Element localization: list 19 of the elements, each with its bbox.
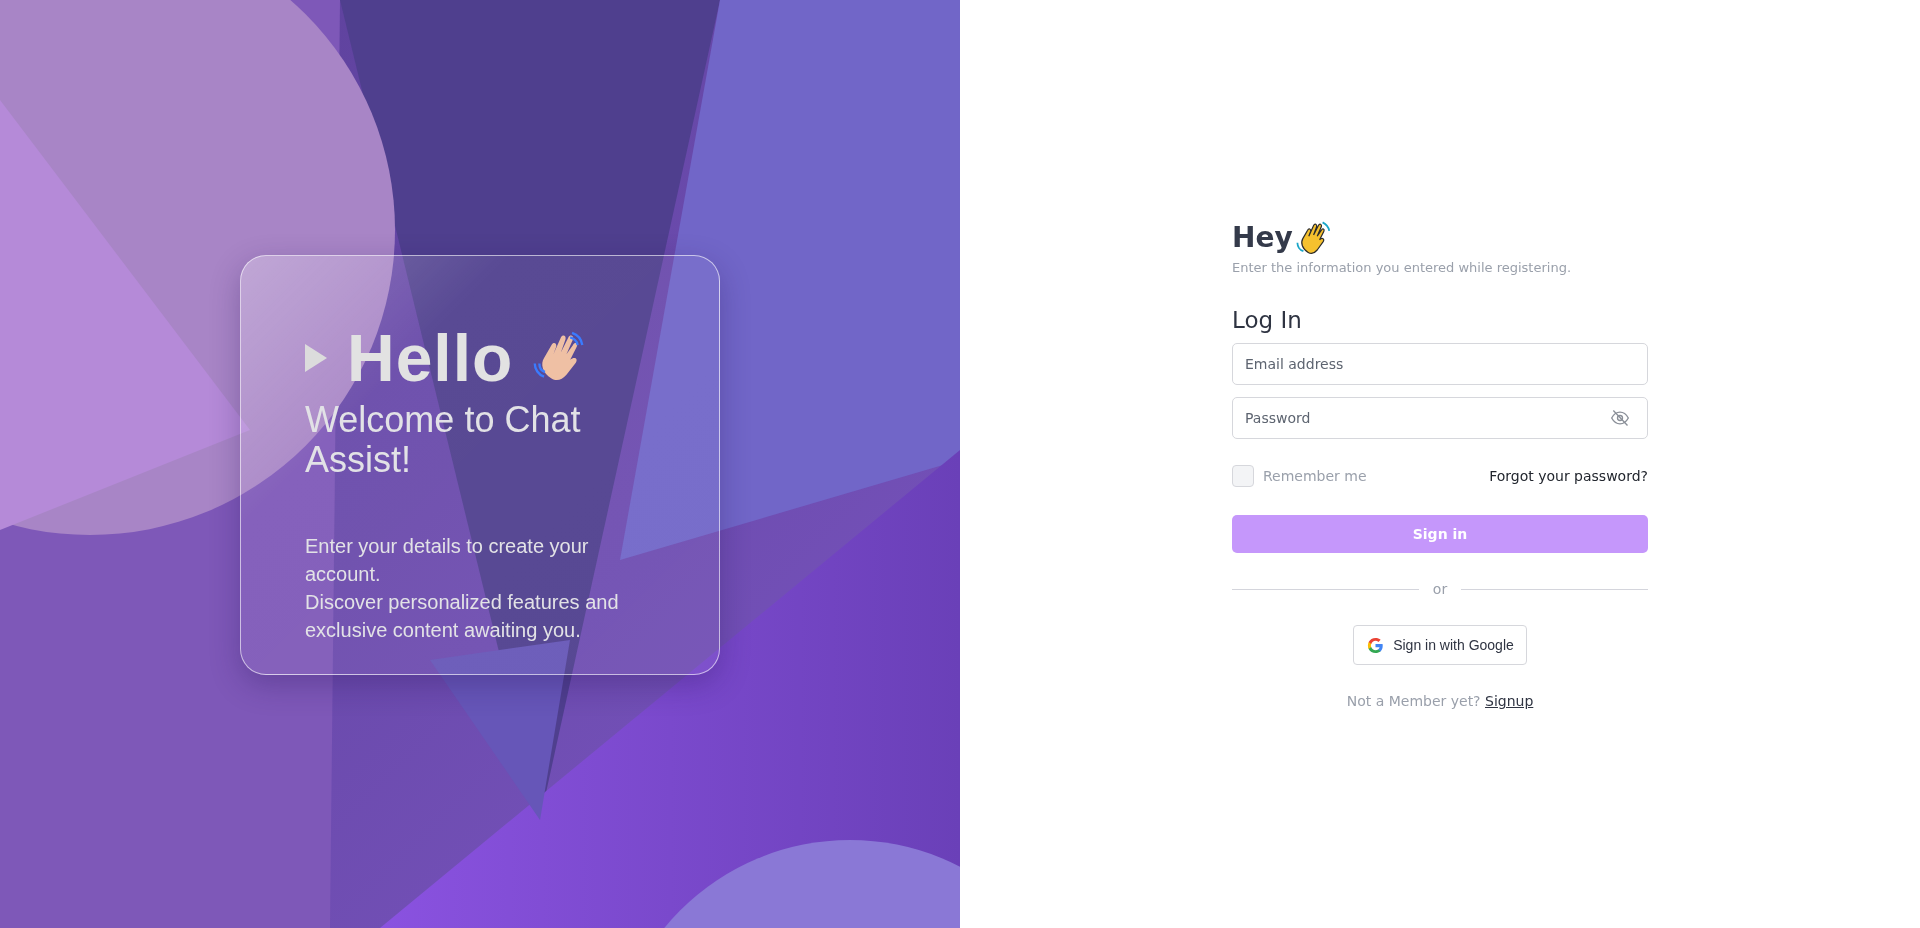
login-heading: Log In [1232,307,1303,333]
eye-slash-icon[interactable] [1610,408,1630,428]
signup-link[interactable]: Signup [1485,693,1534,709]
instruction-text: Enter the information you entered while registering. [1232,260,1573,275]
play-icon [305,344,327,372]
welcome-heading: Welcome to Chat Assist! [305,400,582,480]
forgot-password-link[interactable]: Forgot your password? [1489,468,1648,484]
divider-text: or [1432,581,1448,597]
google-sign-in-button[interactable]: Sign in with Google [1353,625,1527,665]
description-text: Discover personalized features and exclusive content awaiting you. [305,590,620,643]
description-text: Enter your details to create your account. [305,534,590,587]
password-field[interactable]: Password [1232,397,1648,439]
google-icon [1366,635,1386,655]
remember-label: Remember me [1263,468,1367,484]
waving-hand-icon [1294,220,1331,256]
signup-prompt: Not a Member yet? [1346,693,1481,709]
remember-checkbox[interactable] [1232,465,1254,487]
email-field[interactable]: Email address [1232,343,1648,385]
greeting-heading: Hey [1232,220,1293,256]
